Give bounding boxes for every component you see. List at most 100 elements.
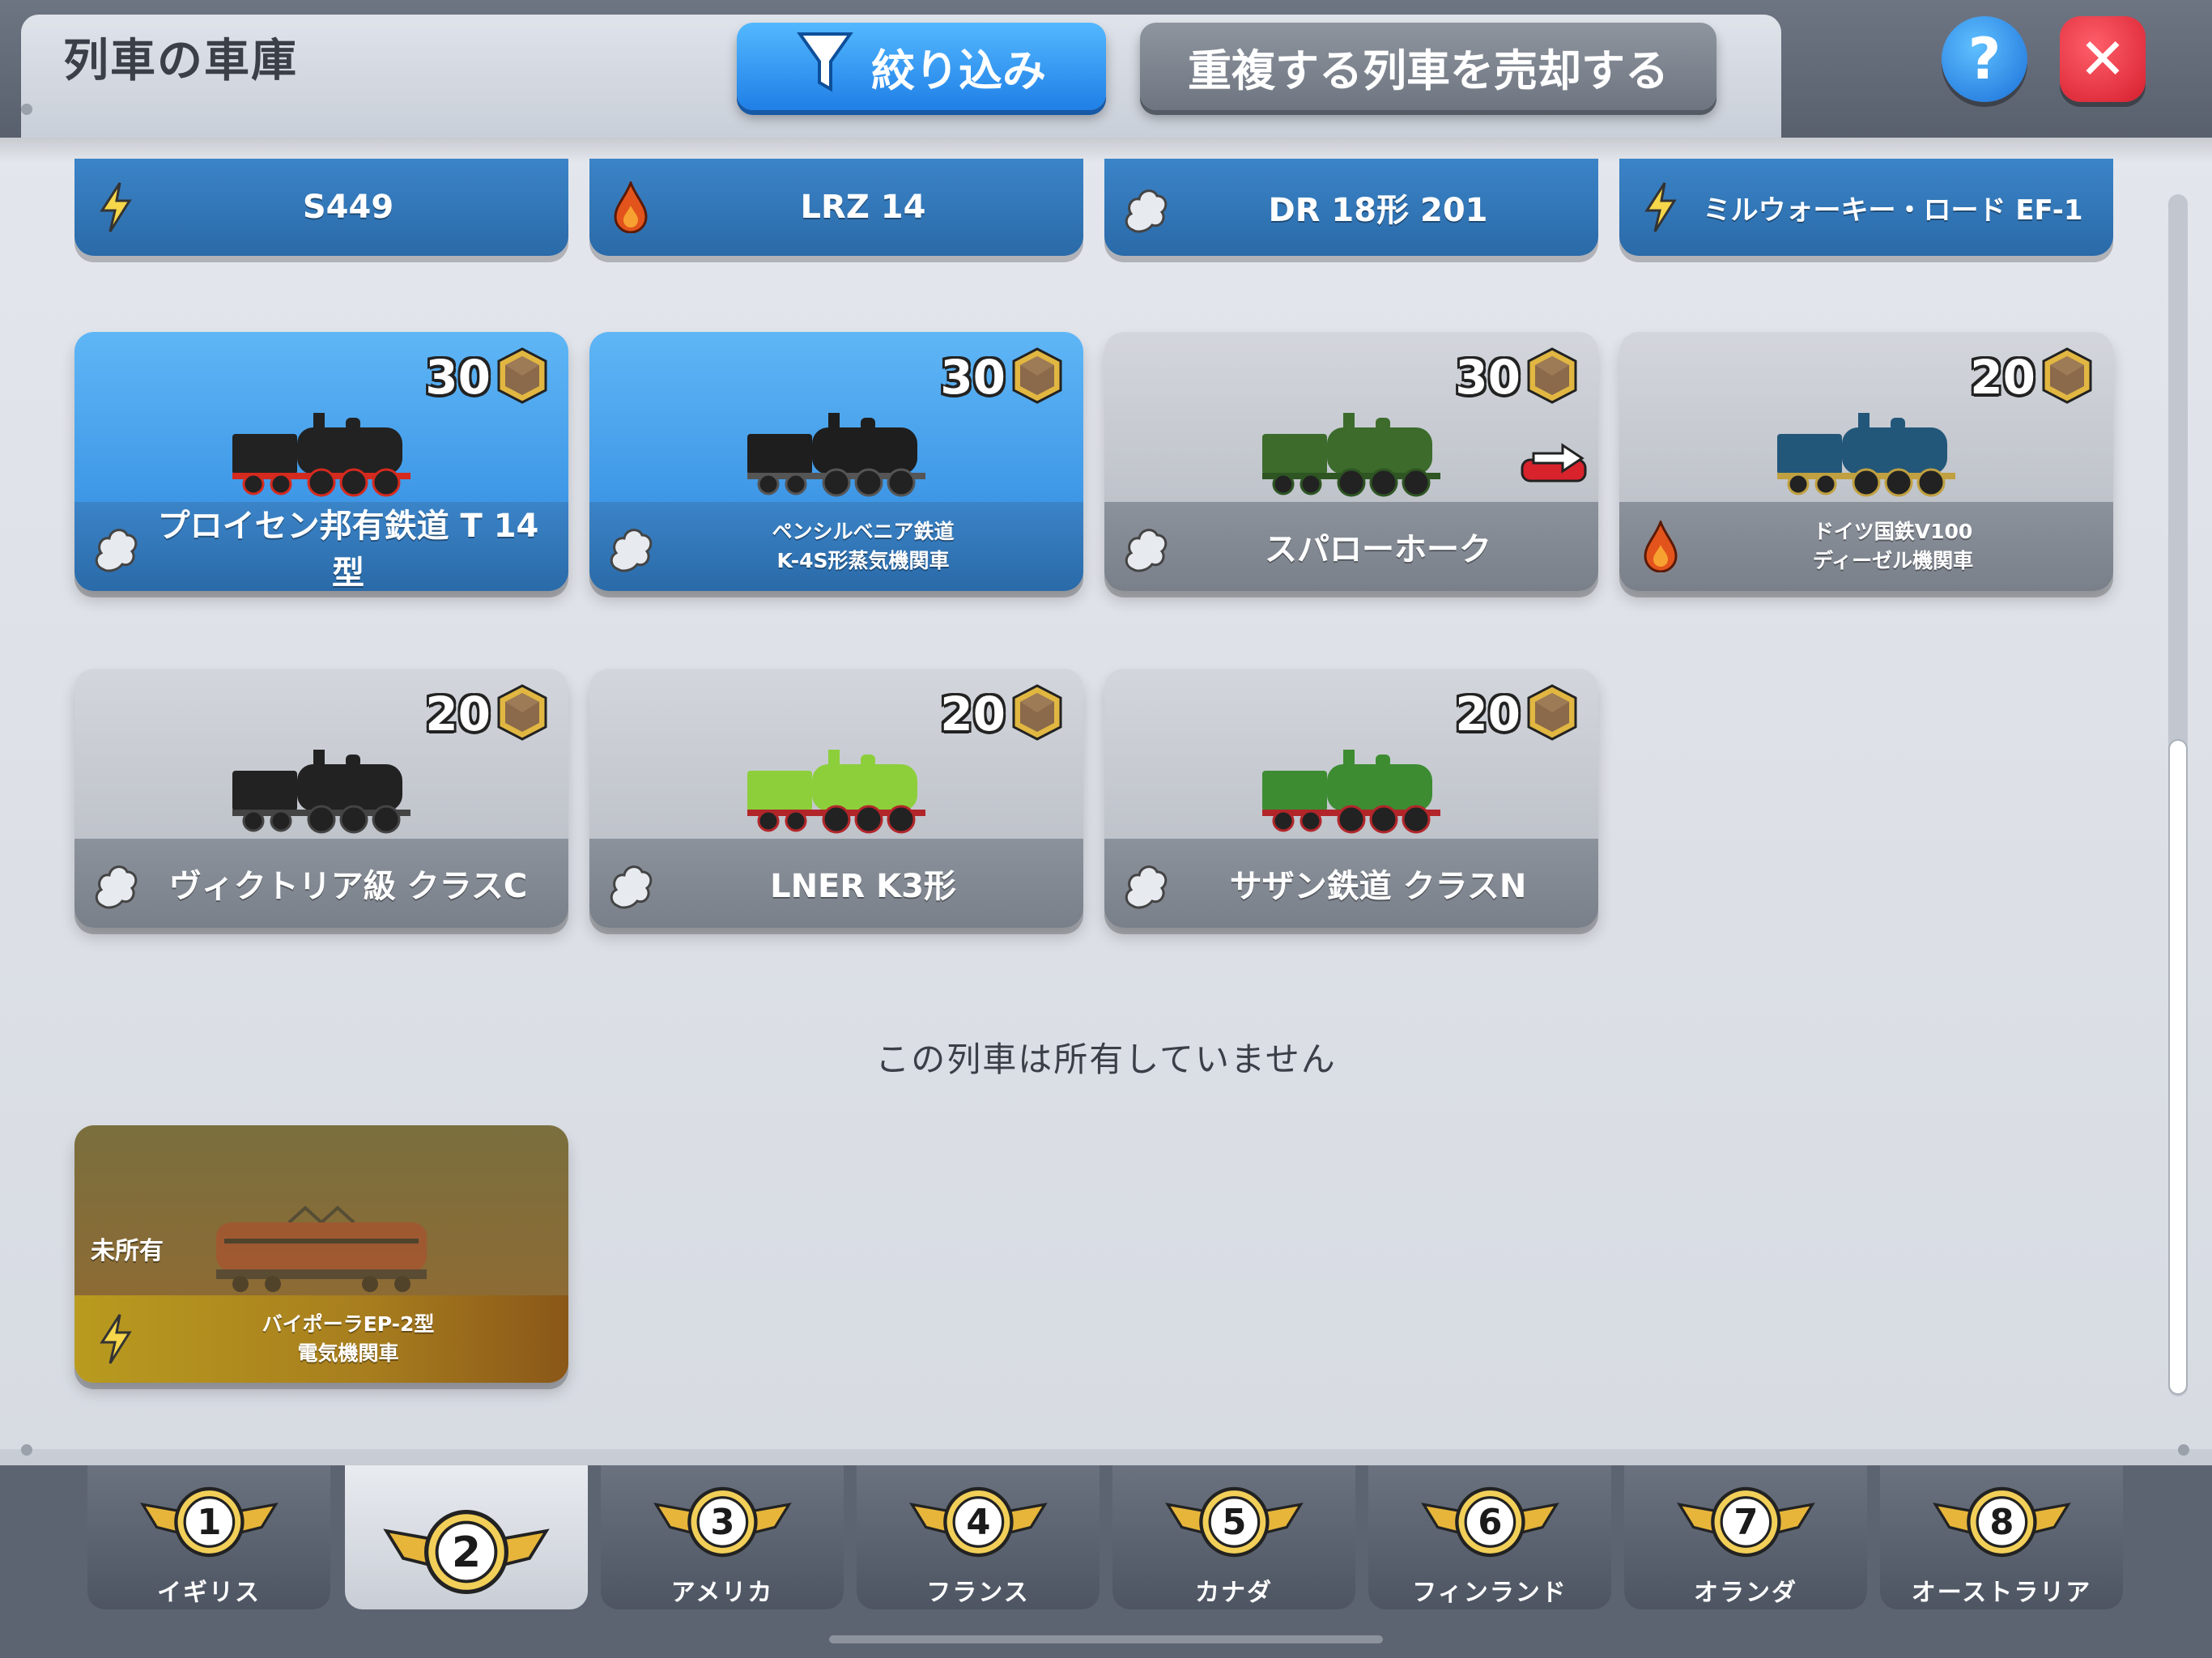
train-image [1254,735,1448,839]
train-card[interactable]: 20 ドイツ国鉄V100 ディーゼル機関車 [1619,332,2113,591]
train-image [1769,398,1963,502]
train-image [739,398,934,502]
card-image-area: 30 [1104,332,1598,502]
train-card[interactable]: 20 サザン鉄道 クラスN [1104,669,1598,928]
home-indicator [829,1635,1383,1643]
help-button[interactable]: ? [1942,16,2027,102]
train-name: DR 18形 201 [1268,192,1488,229]
close-button[interactable]: ✕ [2060,16,2146,102]
steam-icon [602,518,659,575]
train-card[interactable]: 20 LNER K3形 [589,669,1083,928]
region-tab-2[interactable]: 2 [345,1465,588,1609]
rank-shield-icon [1525,346,1579,408]
region-emblem-icon: 3 [653,1486,792,1558]
rank-shield-icon [496,346,549,408]
tab-label: オーストラリア [1911,1579,2092,1607]
train-card[interactable]: 30 スパローホーク [1104,332,1598,591]
lightning-icon [87,1311,144,1367]
level-badge: 20 [1455,683,1579,745]
card-image-area: 20 [589,669,1083,839]
tab-number: 3 [710,1503,734,1543]
card-name-bar: LNER K3形 [589,839,1083,928]
tab-number: 7 [1733,1503,1758,1543]
region-emblem-icon: 4 [908,1486,1048,1558]
steam-icon [1117,518,1174,575]
train-name: スパローホーク [1265,531,1491,568]
card-name-bar: ペンシルベニア鉄道 K-4S形蒸気機関車 [589,502,1083,591]
card-image-area: 未所有 [74,1125,568,1295]
region-emblem-icon: 5 [1164,1486,1304,1558]
train-card-unowned[interactable]: 未所有 バイポーラEP-2型 電気機関車 [74,1125,568,1383]
card-image-area: 20 [74,669,568,839]
sell-duplicates-button[interactable]: 重複する列車を売却する [1140,23,1716,110]
tab-label: オランダ [1694,1579,1797,1607]
level-number: 20 [425,687,491,742]
rank-shield-icon [1525,683,1579,745]
region-tab-5[interactable]: 5 カナダ [1112,1465,1355,1609]
card-name-bar: サザン鉄道 クラスN [1104,839,1598,928]
train-card-partial[interactable]: LRZ 14 [589,159,1083,256]
train-name: バイポーラEP-2型 電気機関車 [144,1310,568,1368]
tab-label: イギリス [157,1579,261,1607]
level-number: 20 [1455,687,1521,742]
rank-shield-icon [1010,346,1064,408]
level-badge: 20 [425,683,549,745]
level-badge: 20 [1970,346,2094,408]
tab-number: 4 [966,1503,990,1543]
fire-icon [1632,518,1689,575]
card-name-bar: ヴィクトリア級 クラスC [74,839,568,928]
tab-label: フィンランド [1412,1579,1568,1607]
tab-number: 1 [197,1503,221,1543]
region-tab-3[interactable]: 3 アメリカ [601,1465,844,1609]
train-name-line2: 電気機関車 [297,1341,399,1365]
train-card[interactable]: 20 ヴィクトリア級 クラスC [74,669,568,928]
train-card[interactable]: 30 プロイセン邦有鉄道 T 14型 [74,332,568,591]
rank-shield-icon [1010,683,1064,745]
tab-number: 2 [452,1528,481,1577]
train-name-line2: ディーゼル機関車 [1812,549,1974,572]
train-card-partial[interactable]: ミルウォーキー・ロード EF-1 [1619,159,2113,256]
close-icon: ✕ [2078,26,2127,92]
level-badge: 30 [940,346,1064,408]
rivet [21,104,32,115]
card-name-bar: プロイセン邦有鉄道 T 14型 [74,502,568,591]
funnel-icon [797,29,853,104]
tab-number: 8 [1989,1503,2014,1543]
fire-icon [602,179,659,236]
train-name: ヴィクトリア級 クラスC [168,868,528,905]
train-card-partial[interactable]: S449 [74,159,568,256]
card-name-bar: バイポーラEP-2型 電気機関車 [74,1295,568,1383]
filter-button[interactable]: 絞り込み [737,23,1106,110]
lightning-icon [1632,179,1689,236]
region-emblem-icon: 1 [139,1486,279,1558]
electric-locomotive-image [216,1205,427,1292]
rank-shield-icon [2040,346,2094,408]
region-tab-7[interactable]: 7 オランダ [1624,1465,1867,1609]
level-number: 30 [940,350,1006,405]
region-tab-6[interactable]: 6 フィンランド [1368,1465,1611,1609]
train-image [224,398,419,502]
not-owned-notice: この列車は所有していません [875,1039,1337,1079]
lightning-icon [87,179,144,236]
level-number: 20 [940,687,1006,742]
region-tab-4[interactable]: 4 フランス [857,1465,1100,1609]
tab-number: 6 [1478,1503,1502,1543]
level-number: 20 [1970,350,2035,405]
tab-label: フランス [926,1579,1030,1607]
region-emblem-icon: 2 [383,1510,550,1594]
tab-label: アメリカ [670,1579,774,1607]
train-name: サザン鉄道 クラスN [1229,868,1527,905]
train-card[interactable]: 30 ペンシルベニア鉄道 K-4S形蒸気機関車 [589,332,1083,591]
steam-icon [87,518,144,575]
tab-number: 5 [1222,1503,1246,1543]
train-card-partial[interactable]: DR 18形 201 [1104,159,1598,256]
region-tab-1[interactable]: 1 イギリス [87,1465,330,1609]
region-emblem-icon: 6 [1420,1486,1559,1558]
train-image [1254,398,1448,502]
filter-label: 絞り込み [871,45,1046,96]
region-tab-8[interactable]: 8 オーストラリア [1880,1465,2123,1609]
level-number: 30 [1455,350,1521,405]
train-name: S449 [302,189,394,226]
card-image-area: 30 [74,332,568,502]
transfer-icon [1521,443,1587,483]
